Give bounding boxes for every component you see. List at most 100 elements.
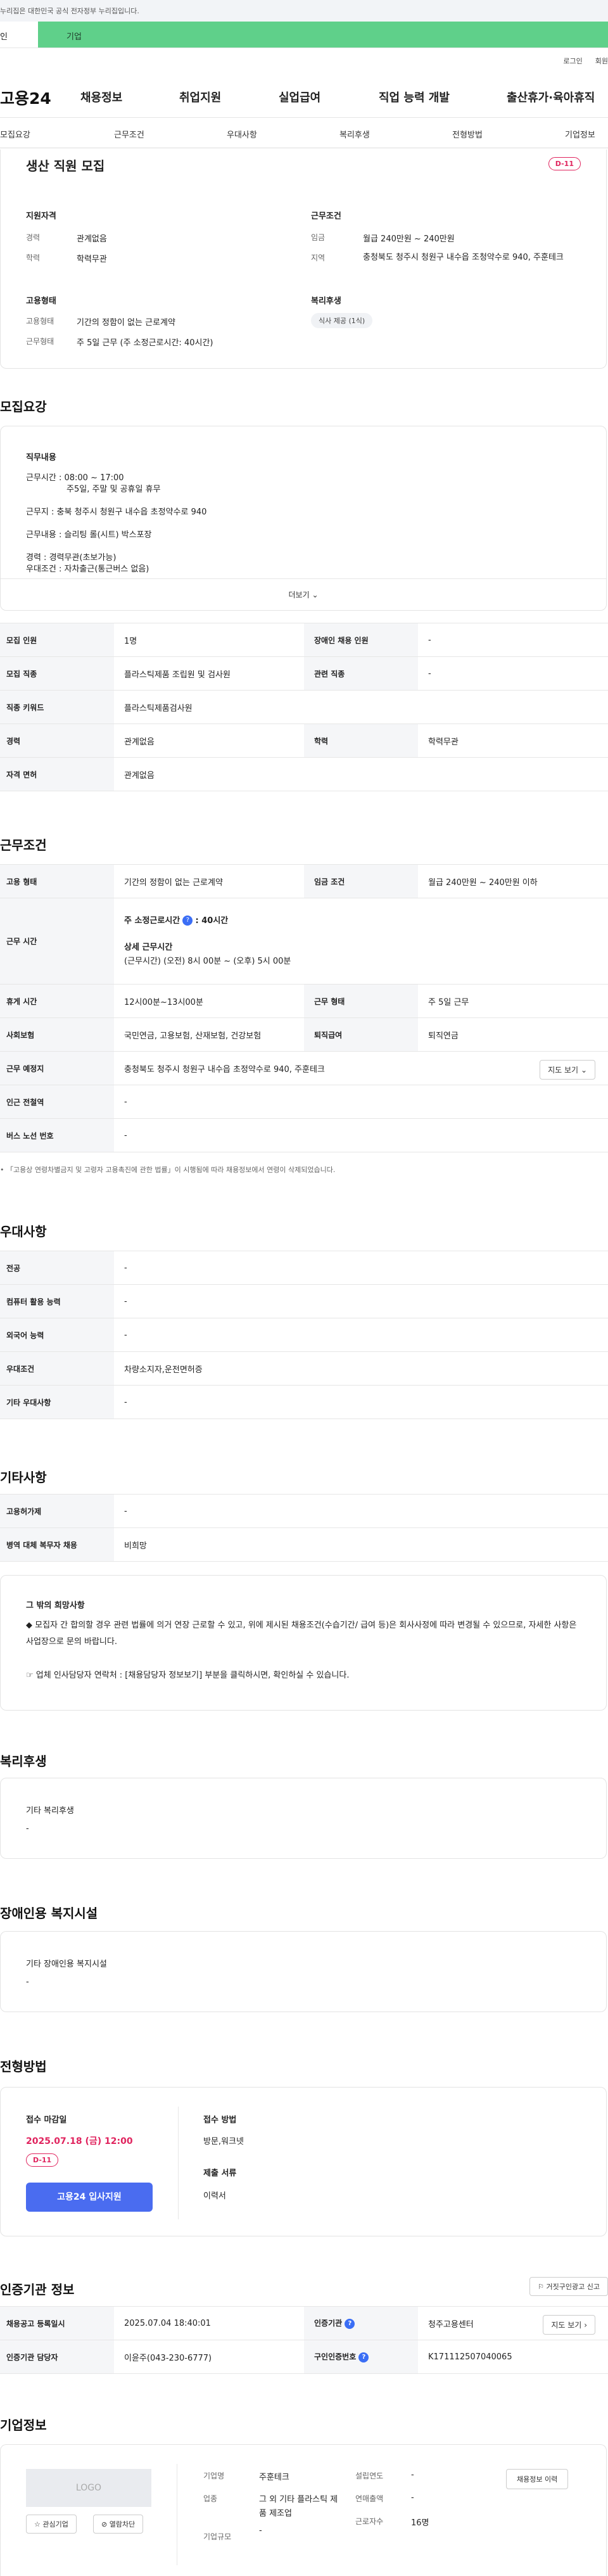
- hours-main-label: 주 소정근로시간: [124, 915, 180, 926]
- etc-table: 고용허가제 - 병역 대체 복무자 채용 비희망: [0, 1494, 608, 1562]
- recruit-table: 모집 인원 1명 장애인 채용 인원 - 모집 직종 플라스틱제품 조립원 및 …: [0, 623, 608, 791]
- section-nav-work[interactable]: 근무조건: [114, 128, 144, 140]
- table-key: 인증기관 ?: [304, 2306, 418, 2340]
- favorite-company-button[interactable]: ☆ 관심기업: [26, 2515, 77, 2534]
- apply-dday-badge: D-11: [26, 2153, 59, 2167]
- section-nav-company[interactable]: 기업정보: [565, 128, 595, 140]
- global-nav: 고용24 채용정보 취업지원 실업급여 직업 능력 개발 출산휴가·육아휴직: [0, 73, 608, 118]
- section-nav-welfare[interactable]: 복리후생: [339, 128, 370, 140]
- table-row: 인증기관 담당자 이윤주(043-230-6777) 구인인증번호 ? K171…: [0, 2340, 608, 2374]
- revenue-label: 연매출액: [355, 2494, 384, 2503]
- cond-wage-value: 월급 240만원 ~ 240만원: [363, 234, 455, 244]
- gnb-item-employment-support[interactable]: 취업지원: [179, 89, 221, 105]
- apply-button[interactable]: 고용24 입사지원: [26, 2183, 153, 2212]
- table-key: 전공: [0, 1251, 114, 1285]
- table-key: 근무 시간: [0, 898, 114, 985]
- founded-value: -: [411, 2470, 414, 2480]
- cert-agency-value: 청주고용센터: [428, 2319, 474, 2330]
- cert-map-button[interactable]: 지도 보기 ›: [543, 2315, 595, 2335]
- company-section-title: 기업정보: [0, 2418, 47, 2433]
- table-key: 우대조건: [0, 1351, 114, 1386]
- gov-banner: 누리집은 대한민국 공식 전자정부 누리집입니다.: [0, 0, 608, 22]
- table-key: 근무 예정지: [0, 1051, 114, 1085]
- table-value: 기간의 정함이 없는 근로계약: [114, 864, 304, 898]
- info-icon[interactable]: ?: [182, 915, 193, 926]
- disabled-facility-label: 기타 장애인용 복지시설: [26, 1960, 107, 1969]
- table-row: 고용 형태 기간의 정함이 없는 근로계약 임금 조건 월급 240만원 ~ 2…: [0, 864, 608, 898]
- info-icon[interactable]: ?: [345, 2318, 355, 2329]
- disabled-facility-value: -: [26, 1977, 29, 1987]
- job-description-card: 직무내용 근무시간 : 08:00 ~ 17:00 주5일, 주말 및 공휴일 …: [0, 426, 607, 611]
- map-view-button[interactable]: 지도 보기 ⌄: [540, 1060, 595, 1080]
- table-value: -: [114, 1118, 608, 1152]
- job-title: 생산 직원 모집: [26, 158, 105, 174]
- table-key: 채용공고 등록일시: [0, 2306, 114, 2340]
- table-row: 우대조건 차량소지자,운전면허증: [0, 1351, 608, 1386]
- req-edu-value: 학력무관: [77, 255, 107, 264]
- table-value: 학력무관: [418, 724, 608, 758]
- recruit-section-title: 모집요강: [0, 399, 47, 414]
- section-nav-recruit[interactable]: 모집요강: [0, 128, 30, 140]
- etc-section-title: 기타사항: [0, 1470, 47, 1485]
- other-wishes-contact: ☞ 업체 인사담당자 연락처 : [채용담당자 정보보기] 부분을 클릭하시면,…: [26, 1671, 350, 1680]
- user-type-tabs: 인 기업: [0, 22, 608, 48]
- work-table: 고용 형태 기간의 정함이 없는 근로계약 임금 조건 월급 240만원 ~ 2…: [0, 864, 608, 1152]
- table-key: 고용 형태: [0, 864, 114, 898]
- block-view-button[interactable]: ⊘ 열람차단: [93, 2515, 144, 2534]
- divider: [178, 2107, 179, 2219]
- table-row: 경력 관계없음 학력 학력무관: [0, 724, 608, 758]
- signup-link[interactable]: 회원: [595, 56, 608, 66]
- table-key: 임금 조건: [304, 864, 418, 898]
- work-address: 충청북도 청주시 청원구 내수읍 초정약수로 940, 주훈테크: [124, 1064, 325, 1074]
- tab-individual[interactable]: 인: [0, 22, 38, 48]
- pref-section-title: 우대사항: [0, 1224, 47, 1239]
- deadline-value: 2025.07.18 (금) 12:00: [26, 2136, 133, 2146]
- work-form-label: 근무형태: [26, 337, 54, 346]
- section-nav-apply[interactable]: 전형방법: [452, 128, 483, 140]
- block-icon: ⊘: [101, 2520, 108, 2528]
- cond-wage-label: 임금: [311, 233, 326, 242]
- section-nav-preference[interactable]: 우대사항: [227, 128, 257, 140]
- gnb-item-training[interactable]: 직업 능력 개발: [379, 89, 450, 105]
- info-icon[interactable]: ?: [358, 2352, 369, 2362]
- gov-banner-text: 누리집은 대한민국 공식 전자정부 누리집입니다.: [0, 7, 139, 15]
- table-value: -: [418, 623, 608, 657]
- company-name: 주훈테크: [259, 2473, 289, 2482]
- job-desc-title: 직무내용: [26, 453, 56, 462]
- site-logo[interactable]: 고용24: [0, 86, 80, 109]
- job-desc-line: 주5일, 주말 및 공휴일 휴무: [66, 485, 161, 494]
- disabled-facility-section-title: 장애인용 복지시설: [0, 1906, 98, 1921]
- chevron-down-icon: ⌄: [312, 590, 319, 599]
- more-button[interactable]: 더보기 ⌄: [1, 578, 606, 610]
- other-wishes-title: 그 밖의 희망사항: [26, 1601, 85, 1610]
- apply-method-value: 방문,워크넷: [203, 2137, 244, 2146]
- table-value: -: [114, 1318, 608, 1352]
- more-label: 더보기: [288, 590, 310, 599]
- job-desc-line: 우대조건 : 자차출근(통근버스 없음): [26, 564, 149, 574]
- table-key: 사회보험: [0, 1017, 114, 1052]
- work-address-cell: 충청북도 청주시 청원구 내수읍 초정약수로 940, 주훈테크 지도 보기 ⌄: [114, 1051, 608, 1085]
- docs-label: 제출 서류: [203, 2169, 237, 2178]
- gnb-item-parental-leave[interactable]: 출산휴가·육아휴직: [507, 89, 595, 105]
- employment-type-title: 고용형태: [26, 296, 56, 306]
- table-row: 전공 -: [0, 1251, 608, 1285]
- dday-badge: D-11: [548, 157, 581, 170]
- block-label: 열람차단: [109, 2520, 136, 2528]
- other-wishes-text: ◆ 모집자 간 합의할 경우 관련 법률에 의거 연장 근로할 수 있고, 위에…: [26, 1621, 577, 1647]
- tab-company[interactable]: 기업: [38, 22, 608, 48]
- pref-table: 전공 - 컴퓨터 활용 능력 - 외국어 능력 - 우대조건 차량소지자,운전면허증 기…: [0, 1251, 608, 1419]
- disabled-facility-card: 기타 장애인용 복지시설 -: [0, 1931, 607, 2012]
- table-value: 비희망: [114, 1527, 608, 1562]
- report-fake-ad-button[interactable]: ⚐ 거짓구인광고 신고: [529, 2277, 608, 2296]
- job-desc-line: 경력 : 경력무관(초보가능): [26, 553, 117, 563]
- table-value: 플라스틱제품 조립원 및 검사원: [114, 656, 304, 691]
- gnb-item-unemployment-benefit[interactable]: 실업급여: [279, 89, 320, 105]
- hiring-history-button[interactable]: 채용정보 이력: [506, 2469, 569, 2489]
- table-row: 인근 전철역 -: [0, 1085, 608, 1119]
- report-icon: ⚐: [538, 2283, 545, 2291]
- emp-type-label: 고용형태: [26, 317, 54, 326]
- gnb-item-jobs[interactable]: 채용정보: [80, 89, 122, 105]
- table-key: 병역 대체 복무자 채용: [0, 1527, 114, 1562]
- login-link[interactable]: 로그인: [563, 56, 582, 66]
- industry-label: 업종: [203, 2494, 218, 2503]
